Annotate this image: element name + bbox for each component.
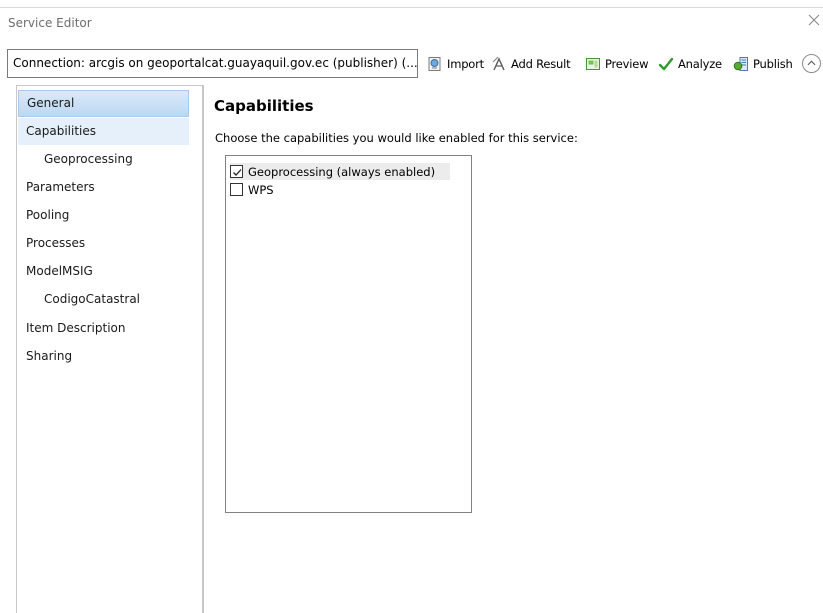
window-title: Service Editor (8, 16, 92, 30)
checkmark-icon (658, 57, 674, 71)
publish-button[interactable]: Publish (733, 53, 793, 75)
sidebar-item-sharing[interactable]: Sharing (18, 343, 189, 370)
sidebar: General Capabilities Geoprocessing Param… (16, 85, 203, 613)
sidebar-item-capabilities[interactable]: Capabilities (18, 118, 189, 145)
sidebar-item-parameters[interactable]: Parameters (18, 174, 189, 201)
wps-checkbox[interactable] (230, 183, 243, 196)
sidebar-item-processes[interactable]: Processes (18, 230, 189, 257)
sidebar-item-modelmsig[interactable]: ModelMSIG (18, 258, 189, 285)
add-result-label: Add Result (511, 57, 571, 71)
page-title: Capabilities (214, 97, 314, 115)
analyze-label: Analyze (678, 57, 722, 71)
capabilities-list: Geoprocessing (always enabled) WPS (225, 155, 472, 513)
publish-icon (733, 57, 748, 71)
add-result-icon (492, 56, 505, 71)
close-icon[interactable] (808, 14, 820, 26)
main-panel: Capabilities Choose the capabilities you… (204, 85, 816, 613)
geoprocessing-label: Geoprocessing (always enabled) (248, 164, 436, 179)
instruction-text: Choose the capabilities you would like e… (215, 131, 578, 145)
sidebar-item-general[interactable]: General (18, 90, 189, 117)
capability-wps[interactable]: WPS (230, 181, 450, 198)
checkmark-icon (233, 169, 242, 176)
import-button[interactable]: Import (427, 53, 484, 75)
geoprocessing-checkbox[interactable] (230, 165, 243, 178)
wps-label: WPS (248, 182, 274, 197)
preview-label: Preview (605, 57, 649, 71)
add-result-button[interactable]: Add Result (491, 53, 571, 75)
capability-geoprocessing[interactable]: Geoprocessing (always enabled) (230, 163, 450, 180)
sidebar-item-codigocatastral[interactable]: CodigoCatastral (18, 286, 189, 313)
import-label: Import (447, 57, 484, 71)
preview-icon (586, 58, 600, 70)
window-top-border (0, 7, 823, 8)
analyze-button[interactable]: Analyze (658, 53, 722, 75)
sidebar-item-item-description[interactable]: Item Description (18, 315, 189, 342)
sidebar-item-geoprocessing[interactable]: Geoprocessing (18, 146, 189, 173)
sidebar-item-pooling[interactable]: Pooling (18, 202, 189, 229)
toolbar: Connection: arcgis on geoportalcat.guaya… (7, 49, 823, 79)
collapse-toolbar-button[interactable] (802, 54, 821, 73)
import-icon (428, 57, 441, 71)
preview-button[interactable]: Preview (585, 53, 649, 75)
connection-dropdown[interactable]: Connection: arcgis on geoportalcat.guaya… (7, 49, 418, 78)
publish-label: Publish (753, 57, 793, 71)
